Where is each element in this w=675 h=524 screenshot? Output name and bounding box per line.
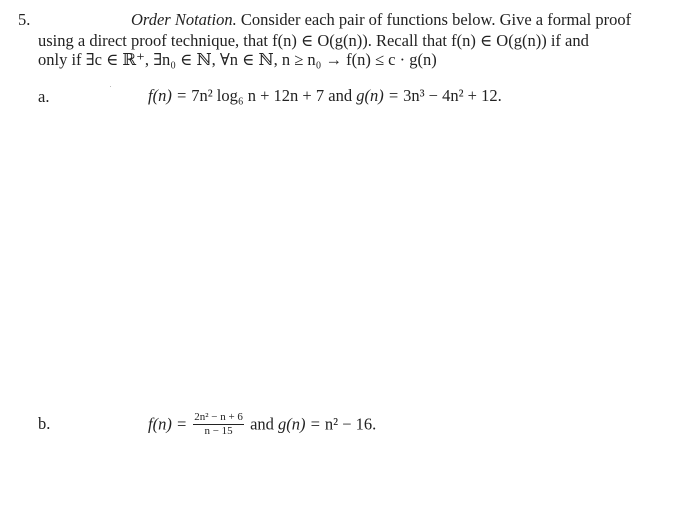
part-b-g-expr: n² − 16. — [324, 414, 377, 434]
part-b-label: b. — [38, 414, 51, 433]
problem-intro-line-2-text: using a direct proof technique, that f(n… — [38, 31, 589, 50]
problem-title: Order Notation. — [131, 10, 237, 29]
problem-intro-text: Consider each pair of functions below. G… — [236, 10, 632, 29]
part-a-label: a. — [38, 87, 50, 106]
document-page: 5. Order Notation. Consider each pair of… — [0, 0, 675, 524]
part-b-g-lhs: g(n) = — [278, 414, 325, 434]
part-a-f-expr: 7n² log₆ n + 12n + 7 — [191, 86, 325, 105]
part-a-f-lhs: f(n) = — [148, 86, 192, 105]
stray-mark — [110, 86, 111, 87]
part-b-equation: f(n) = 2n² − n + 6n − 15 and g(n) = n² −… — [148, 412, 377, 438]
part-a-g-expr: 3n³ − 4n² + 12. — [403, 86, 502, 105]
part-a-g-lhs: g(n) = — [356, 86, 404, 105]
big-o-definition-text: only if ∃c ∈ ℝ⁺, ∃n₀ ∈ ℕ, ∀n ∈ ℕ, n ≥ n₀… — [38, 50, 437, 69]
part-a-connector: and — [324, 86, 357, 105]
problem-intro-line-1: Order Notation. Consider each pair of fu… — [131, 10, 631, 30]
big-o-definition: only if ∃c ∈ ℝ⁺, ∃n₀ ∈ ℕ, ∀n ∈ ℕ, n ≥ n₀… — [38, 50, 437, 70]
problem-number: 5. — [18, 10, 31, 29]
part-b-f-lhs: f(n) = — [148, 414, 192, 434]
problem-intro-line-2: using a direct proof technique, that f(n… — [38, 31, 589, 51]
part-b-connector: and — [245, 414, 279, 434]
part-a-equation: f(n) = 7n² log₆ n + 12n + 7 and g(n) = 3… — [148, 86, 502, 106]
part-b-numerator: 2n² − n + 6 — [193, 411, 244, 425]
part-b-fraction: 2n² − n + 6n − 15 — [193, 412, 244, 437]
part-b-denominator: n − 15 — [204, 425, 233, 437]
